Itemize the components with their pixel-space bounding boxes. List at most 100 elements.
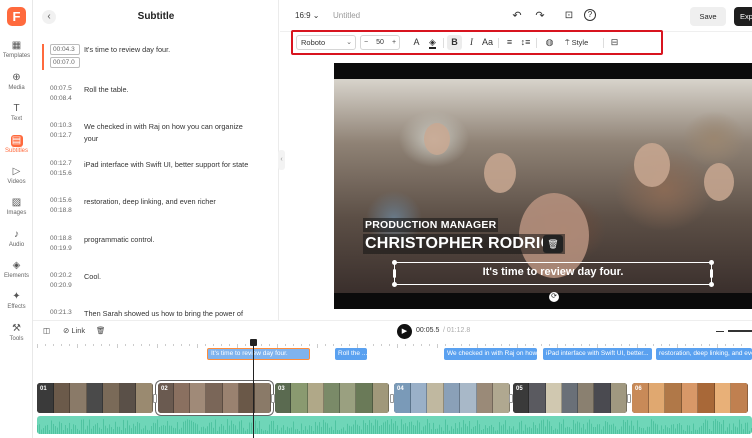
redo-icon[interactable]: ↷: [533, 9, 547, 23]
resize-handle[interactable]: [393, 269, 396, 278]
line-spacing-icon[interactable]: ↕≡: [518, 35, 533, 50]
subtitle-chip[interactable]: It's time to review day four.: [207, 348, 310, 360]
waveform-bar: [397, 425, 398, 434]
rail-item-videos[interactable]: ▷ Videos: [0, 166, 33, 185]
subtitle-text[interactable]: Roll the table.: [84, 84, 254, 96]
video-clip[interactable]: 03: [275, 383, 389, 413]
align-icon[interactable]: ≡: [502, 35, 517, 50]
increase-size-button[interactable]: +: [390, 36, 398, 49]
save-button[interactable]: Save: [690, 7, 726, 26]
waveform-bar: [133, 423, 134, 434]
transition-handle[interactable]: [509, 394, 513, 403]
rail-item-effects[interactable]: ✦ Effects: [0, 291, 33, 310]
video-clip[interactable]: 05: [513, 383, 627, 413]
highlight-color-icon[interactable]: ◈: [425, 35, 440, 50]
subtitle-end-time[interactable]: 00:07.0: [50, 57, 80, 68]
lower-third-name[interactable]: CHRISTOPHER RODRICS: [363, 234, 566, 254]
text-color-icon[interactable]: A: [409, 35, 424, 50]
help-icon[interactable]: ?: [584, 9, 596, 21]
decrease-size-button[interactable]: −: [362, 36, 370, 49]
document-title[interactable]: Untitled: [333, 11, 360, 20]
export-button[interactable]: Exp: [734, 7, 752, 26]
bold-icon[interactable]: B: [447, 35, 462, 50]
rail-item-text[interactable]: T Text: [0, 103, 33, 122]
rail-item-audio[interactable]: ♪ Audio: [0, 229, 33, 248]
rail-item-elements[interactable]: ◈ Elements: [0, 260, 33, 279]
waveform-bar: [93, 425, 94, 434]
transition-handle[interactable]: [627, 394, 631, 403]
subtitle-text[interactable]: iPad interface with Swift UI, better sup…: [84, 159, 254, 171]
italic-icon[interactable]: I: [464, 35, 479, 50]
waveform-bar: [739, 419, 740, 434]
transition-handle[interactable]: [153, 394, 157, 403]
zoom-out-icon[interactable]: [716, 331, 724, 332]
subtitle-text[interactable]: It's time to review day four.: [84, 44, 254, 56]
delete-clip-icon[interactable]: 🗑: [96, 326, 106, 335]
collapse-panel-handle[interactable]: ‹: [278, 150, 285, 170]
playhead-handle[interactable]: [250, 339, 257, 346]
waveform-bar: [243, 427, 244, 434]
subtitle-start-time[interactable]: 00:04.3: [50, 44, 80, 55]
waveform-bar: [713, 420, 714, 434]
subtitle-chip[interactable]: Roll the ...: [335, 348, 367, 360]
undo-icon[interactable]: ↶: [510, 9, 524, 23]
caption-icon[interactable]: ⊟: [607, 35, 622, 50]
audio-track[interactable]: [37, 416, 752, 434]
case-icon[interactable]: Aa: [480, 35, 495, 50]
font-size-stepper[interactable]: − 50 +: [360, 35, 400, 50]
rail-item-templates[interactable]: ▦ Templates: [0, 40, 33, 59]
app-logo[interactable]: F: [7, 7, 26, 26]
transition-handle[interactable]: [390, 394, 394, 403]
opacity-icon[interactable]: ◍: [542, 35, 557, 50]
subtitle-text[interactable]: We checked in with Raj on how you can or…: [84, 121, 254, 145]
subtitle-text[interactable]: programmatic control.: [84, 234, 254, 246]
video-clip[interactable]: 01: [37, 383, 153, 413]
waveform-bar: [273, 420, 274, 434]
rail-item-media[interactable]: ⊕ Media: [0, 72, 33, 91]
rotate-icon[interactable]: ⟳: [549, 292, 559, 302]
waveform-bar: [749, 430, 750, 434]
waveform-bar: [47, 424, 48, 434]
aspect-ratio-select[interactable]: 16:9 ⌄: [295, 11, 320, 20]
waveform-bar: [587, 422, 588, 434]
video-clip[interactable]: 04: [394, 383, 510, 413]
resize-handle[interactable]: [392, 282, 397, 287]
subtitle-chip[interactable]: restoration, deep linking, and even ...: [656, 348, 752, 360]
rail-item-tools[interactable]: ⚒ Tools: [0, 323, 33, 342]
transition-handle[interactable]: [271, 394, 275, 403]
split-icon[interactable]: ◫: [43, 326, 50, 335]
rail-item-subtitles[interactable]: ▤ Subtitles: [0, 135, 33, 154]
waveform-bar: [45, 425, 46, 434]
screenshot-icon[interactable]: ⊡: [562, 9, 576, 23]
font-size-value[interactable]: 50: [370, 36, 390, 49]
zoom-slider[interactable]: [728, 330, 752, 332]
playhead[interactable]: [253, 340, 254, 438]
ruler-tick: [645, 344, 646, 346]
video-clip[interactable]: 06: [632, 383, 748, 413]
ruler-tick: [389, 344, 390, 346]
lower-third-role[interactable]: PRODUCTION MANAGER: [363, 218, 499, 232]
resize-handle[interactable]: [710, 269, 713, 278]
subtitle-text[interactable]: restoration, deep linking, and even rich…: [84, 196, 254, 208]
waveform-bar: [185, 420, 186, 434]
subtitle-chip[interactable]: iPad interface with Swift UI, better...: [543, 348, 652, 360]
waveform-bar: [551, 426, 552, 434]
rail-item-images[interactable]: ▨ Images: [0, 197, 33, 216]
subtitle-chip[interactable]: We checked in with Raj on how ...: [444, 348, 537, 360]
delete-icon[interactable]: 🗑: [543, 235, 563, 253]
resize-handle[interactable]: [392, 260, 397, 265]
play-icon[interactable]: ▶: [397, 324, 412, 339]
waveform-bar: [145, 425, 146, 434]
waveform-bar: [479, 424, 480, 434]
subtitle-text[interactable]: Cool.: [84, 271, 254, 283]
waveform-bar: [579, 422, 580, 434]
video-clip[interactable]: 02: [156, 381, 273, 415]
subtitle-overlay-text[interactable]: It's time to review day four.: [394, 266, 712, 278]
resize-handle[interactable]: [709, 282, 714, 287]
font-family-select[interactable]: Roboto ⌄: [296, 35, 356, 50]
video-preview[interactable]: PRODUCTION MANAGER CHRISTOPHER RODRICS 🗑…: [334, 63, 752, 309]
subtitle-text[interactable]: Then Sarah showed us how to bring the po…: [84, 308, 254, 320]
resize-handle[interactable]: [709, 260, 714, 265]
link-button[interactable]: ⊘ Link: [63, 326, 85, 335]
style-button[interactable]: ⍑ Style: [565, 35, 599, 50]
